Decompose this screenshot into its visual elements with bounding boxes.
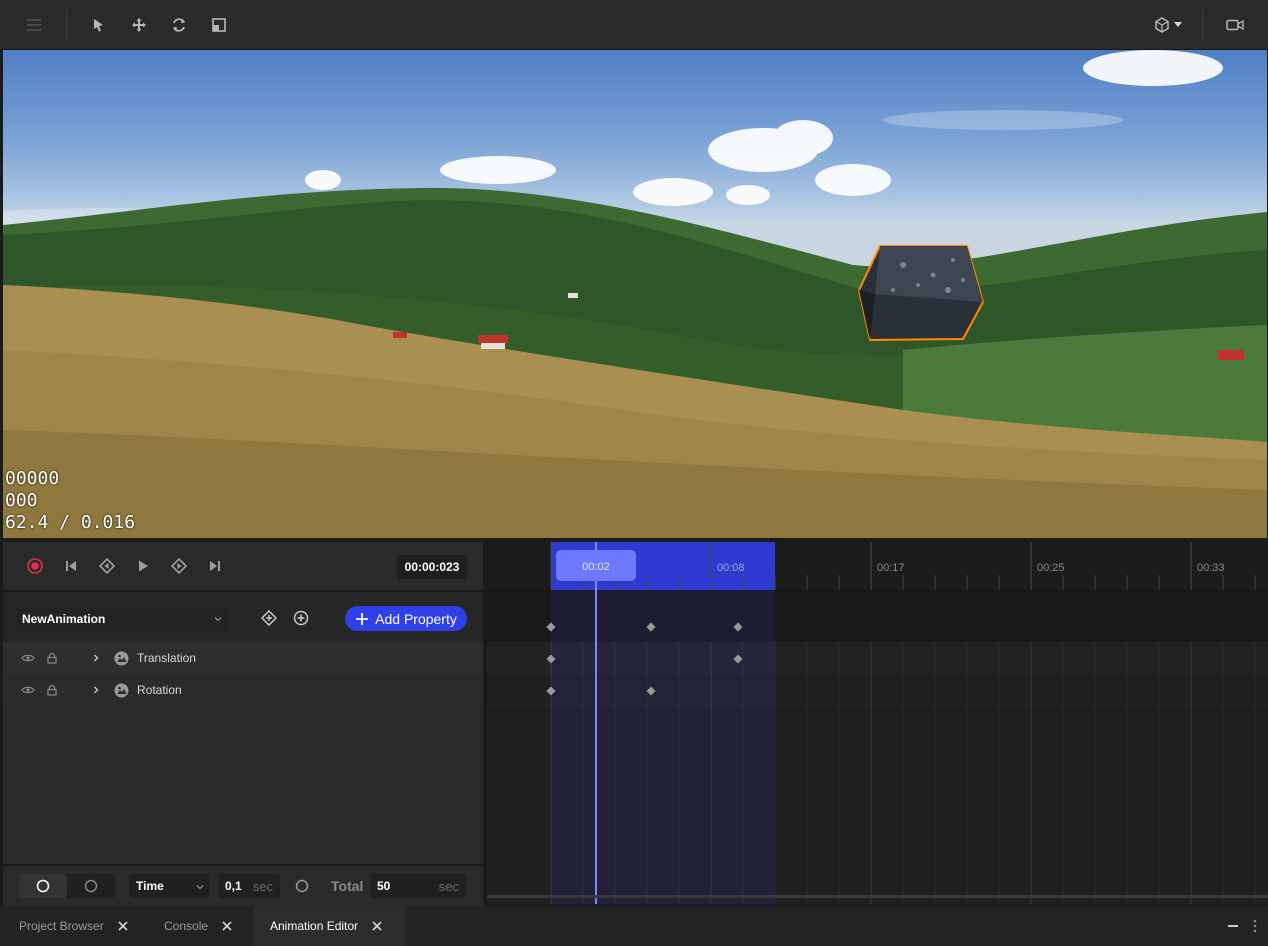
camera-icon[interactable] xyxy=(1223,13,1247,37)
total-label: Total xyxy=(331,878,364,894)
tab-label: Project Browser xyxy=(19,919,104,933)
tab-label: Animation Editor xyxy=(270,919,359,933)
loop-region xyxy=(551,590,775,904)
record-icon[interactable] xyxy=(25,556,45,576)
add-property-label: Add Property xyxy=(375,610,457,627)
property-label: Translation xyxy=(137,651,196,665)
playback-bar: 00:00:023 xyxy=(3,542,483,590)
stat-line: 62.4 / 0.016 xyxy=(5,512,136,533)
add-property-button[interactable]: Add Property xyxy=(345,606,467,631)
step-unit: sec xyxy=(252,879,273,894)
property-row-rotation[interactable]: Rotation xyxy=(3,674,483,706)
tick-label: 00:08 xyxy=(717,562,745,574)
total-field[interactable]: 50 sec xyxy=(370,874,466,898)
toolbar-divider xyxy=(66,10,67,40)
scale-icon[interactable] xyxy=(207,13,231,37)
mode-value: Time xyxy=(136,879,164,893)
chevron-down-icon xyxy=(195,881,205,895)
curve-mode-button[interactable] xyxy=(67,874,115,898)
scene-viewport[interactable]: 00000 000 62.4 / 0.016 xyxy=(3,50,1267,538)
tick-label: 00:17 xyxy=(877,562,905,574)
plus-icon xyxy=(356,612,369,625)
tab-project-browser[interactable]: Project Browser xyxy=(0,906,146,946)
timeline-scrollbar[interactable] xyxy=(487,895,1268,898)
tick-label: 00:33 xyxy=(1197,562,1225,574)
lock-icon[interactable] xyxy=(44,682,60,698)
dock-tab-bar: Project Browser Console Animation Editor xyxy=(0,906,1268,946)
tab-animation-editor[interactable]: Animation Editor xyxy=(254,906,406,946)
skip-end-icon[interactable] xyxy=(205,556,225,576)
landscape-scene xyxy=(3,50,1267,538)
playhead-label: 00:02 xyxy=(582,561,610,573)
timeline-panel[interactable]: 00:02 00:08 00:17 00:25 00:33 xyxy=(487,542,1268,904)
property-row-translation[interactable]: Translation xyxy=(3,642,483,674)
mode-select[interactable]: Time xyxy=(129,874,209,898)
rotate-icon[interactable] xyxy=(167,13,191,37)
render-stats: 00000 000 62.4 / 0.016 xyxy=(5,468,135,534)
component-icon xyxy=(113,682,129,698)
total-value: 50 xyxy=(377,879,391,893)
select-arrow-icon[interactable] xyxy=(86,13,110,37)
chevron-right-icon[interactable] xyxy=(88,650,104,666)
property-label: Rotation xyxy=(137,683,182,697)
minimize-icon[interactable] xyxy=(1228,925,1238,927)
move-icon[interactable] xyxy=(127,13,151,37)
dopesheet-mode-button[interactable] xyxy=(19,874,67,898)
timeline-controls: Time 0,1 sec Total 50 sec xyxy=(3,866,483,906)
tab-label: Console xyxy=(164,919,209,933)
properties-panel: NewAnimation Add Property Translation Ro… xyxy=(3,592,483,864)
skip-start-icon[interactable] xyxy=(61,556,81,576)
tick-label: 00:25 xyxy=(1037,562,1065,574)
stat-line: 00000 xyxy=(5,468,60,489)
step-value: 0,1 xyxy=(225,879,242,893)
component-icon xyxy=(113,650,129,666)
step-field[interactable]: 0,1 sec xyxy=(218,874,280,898)
current-time-field[interactable]: 00:00:023 xyxy=(397,555,467,579)
lock-icon[interactable] xyxy=(44,650,60,666)
chevron-down-icon xyxy=(213,613,223,627)
timeline-graphics: 00:02 00:08 00:17 00:25 00:33 xyxy=(487,542,1268,904)
next-keyframe-icon[interactable] xyxy=(169,556,189,576)
total-unit: sec xyxy=(438,879,459,894)
eye-icon[interactable] xyxy=(20,650,36,666)
view-mode-toggle xyxy=(19,874,115,898)
toolbar-divider xyxy=(1202,10,1203,40)
hamburger-menu-icon[interactable] xyxy=(22,13,46,37)
close-icon[interactable] xyxy=(222,921,232,931)
eye-icon[interactable] xyxy=(20,682,36,698)
circle-icon xyxy=(36,879,50,893)
stat-line: 000 xyxy=(5,490,38,511)
gizmo-icon[interactable] xyxy=(1150,13,1190,37)
chevron-right-icon[interactable] xyxy=(88,682,104,698)
prev-keyframe-icon[interactable] xyxy=(97,556,117,576)
add-keyframe-icon[interactable] xyxy=(260,609,278,627)
circle-icon xyxy=(84,879,98,893)
main-toolbar xyxy=(0,0,1268,50)
more-options-icon[interactable] xyxy=(1253,919,1257,936)
animation-select[interactable]: NewAnimation xyxy=(15,607,229,631)
play-icon[interactable] xyxy=(133,556,153,576)
animation-name: NewAnimation xyxy=(22,612,106,626)
close-icon[interactable] xyxy=(372,921,382,931)
loop-toggle-icon[interactable] xyxy=(295,879,309,896)
tab-console[interactable]: Console xyxy=(146,906,254,946)
close-icon[interactable] xyxy=(118,921,128,931)
selected-cube[interactable] xyxy=(857,245,985,342)
add-event-icon[interactable] xyxy=(292,609,310,627)
